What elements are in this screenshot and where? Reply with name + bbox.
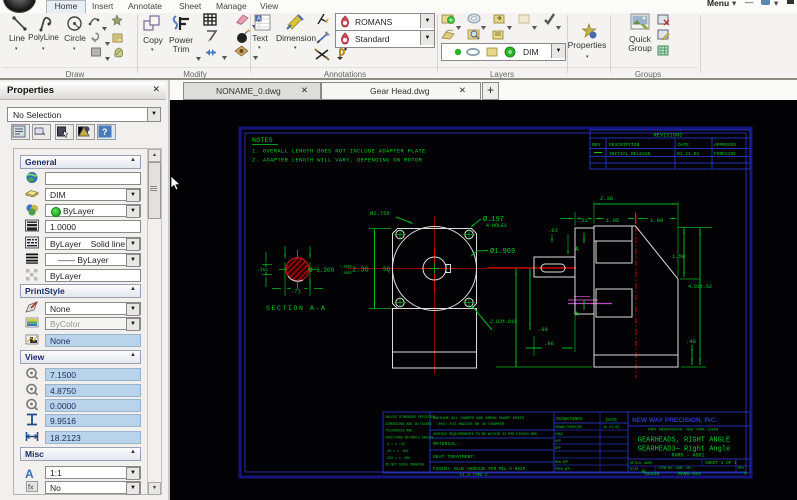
svg-text:.96: .96 xyxy=(544,340,554,347)
svg-text:fx: fx xyxy=(28,485,34,492)
svg-text:CHKD: CHKD xyxy=(555,432,563,436)
svg-text:Ø 6.300: Ø 6.300 xyxy=(309,267,335,274)
svg-text:4.01±.02: 4.01±.02 xyxy=(688,284,712,290)
svg-text:UNLESS OTHERWISE SPECIFIED: UNLESS OTHERWISE SPECIFIED xyxy=(386,415,436,419)
svg-text:FORESIDE: FORESIDE xyxy=(714,151,736,157)
svg-text:SHEET 1 OF 1: SHEET 1 OF 1 xyxy=(705,461,737,466)
svg-text:REVISIONS: REVISIONS xyxy=(654,133,683,139)
svg-text:.99: .99 xyxy=(538,326,548,333)
svg-text:DRAWN: DRAWN xyxy=(555,425,565,429)
svg-text:01.21.03: 01.21.03 xyxy=(677,151,699,157)
svg-text:RARG - A001: RARG - A001 xyxy=(671,453,704,459)
svg-text:MAN APP: MAN APP xyxy=(555,460,568,464)
svg-text:FRACTIONS DECIMALS ANGLES: FRACTIONS DECIMALS ANGLES xyxy=(386,435,434,439)
svg-text:REV: REV xyxy=(592,142,601,148)
svg-text:D8530: D8530 xyxy=(645,471,660,477)
svg-text:DETAIL NAME: DETAIL NAME xyxy=(630,462,652,466)
svg-text:APPROVED: APPROVED xyxy=(714,142,736,148)
svg-text:2.83±.015: 2.83±.015 xyxy=(490,319,517,325)
svg-text:4 HOLES: 4 HOLES xyxy=(486,223,507,229)
svg-text:1.09: 1.09 xyxy=(650,217,663,224)
svg-text:SECTION A-A: SECTION A-A xyxy=(266,305,327,312)
svg-text:MACHINE ALL SHARPS AND BREAK S: MACHINE ALL SHARPS AND BREAK SHARP EDGES xyxy=(433,417,525,421)
svg-text:PROD APP: PROD APP xyxy=(555,467,570,471)
svg-text:1.50: 1.50 xyxy=(672,253,685,260)
svg-text:TOLERANCES ARE:: TOLERANCES ARE: xyxy=(386,429,415,433)
svg-text:DATE: DATE xyxy=(678,142,689,148)
svg-text:.XXX = ± .005: .XXX = ± .005 xyxy=(386,456,411,460)
svg-text:HEAT TREATMENT:: HEAT TREATMENT: xyxy=(433,454,476,460)
svg-text:SURFACE REQUIREMENTS TO BE WIT: SURFACE REQUIREMENTS TO BE WITHIN 32 RMS… xyxy=(433,433,537,437)
svg-text:A: A xyxy=(575,246,579,253)
svg-text:?: ? xyxy=(102,127,108,137)
svg-text:SIGNATURES: SIGNATURES xyxy=(556,417,583,422)
svg-text:0: 0 xyxy=(744,471,747,477)
svg-text:MATERIAL:: MATERIAL: xyxy=(433,441,459,447)
svg-text:ITEM NO. DWG. NO.: ITEM NO. DWG. NO. xyxy=(658,467,693,471)
svg-text:DESCRIPTION: DESCRIPTION xyxy=(609,142,640,148)
svg-text:DO NOT SCALE DRAWING: DO NOT SCALE DRAWING xyxy=(386,463,424,467)
svg-text:1.05: 1.05 xyxy=(606,217,619,224)
svg-text:APP: APP xyxy=(555,439,561,443)
svg-text:.X = ± .02: .X = ± .02 xyxy=(386,442,405,446)
svg-text:APP: APP xyxy=(555,446,561,450)
svg-text:INITIAL RELEASE: INITIAL RELEASE xyxy=(609,151,651,157)
svg-text:.48: .48 xyxy=(686,338,696,345)
svg-text:Ø2.756: Ø2.756 xyxy=(370,210,390,217)
svg-text:GEARHEADS, RIGHT ANGLE: GEARHEADS, RIGHT ANGLE xyxy=(638,437,730,445)
svg-text:A: A xyxy=(257,17,261,23)
svg-text:.71: .71 xyxy=(291,288,302,295)
svg-text:REV: REV xyxy=(738,467,745,471)
svg-text:.005/.015 RADIUS OR 45 CHAMFER: .005/.015 RADIUS OR 45 CHAMFER xyxy=(436,422,505,427)
svg-text:RARG-XXX: RARG-XXX xyxy=(678,471,701,477)
svg-text:DIMENSIONS ARE IN INCHES: DIMENSIONS ARE IN INCHES xyxy=(386,422,432,426)
svg-text:NOTES: NOTES xyxy=(252,137,273,144)
svg-text:FINISH: BLUE ANODIZE PER MIL-: FINISH: BLUE ANODIZE PER MIL-A-8625 xyxy=(433,467,526,472)
svg-text:DATE: DATE xyxy=(606,417,617,423)
svg-text:.51: .51 xyxy=(578,217,589,224)
svg-text:SQ: SQ xyxy=(383,266,391,273)
svg-text:.XX = ± .010: .XX = ± .010 xyxy=(386,449,409,453)
svg-text:1. OVERALL LENGTH DOES NOT INC: 1. OVERALL LENGTH DOES NOT INCLUDE ADAPT… xyxy=(252,148,426,155)
svg-text:CL.2 TYPE 2: CL.2 TYPE 2 xyxy=(460,474,488,478)
svg-text:10.21.04: 10.21.04 xyxy=(603,426,619,430)
svg-text:-.0005: -.0005 xyxy=(340,272,352,276)
svg-text:.152: .152 xyxy=(257,267,268,273)
svg-text:PORT WASHINGTON, NEW YORK 1105: PORT WASHINGTON, NEW YORK 11050 xyxy=(648,429,719,433)
svg-text:Ø1.969: Ø1.969 xyxy=(490,247,515,256)
svg-text:SIZE: SIZE xyxy=(630,468,639,472)
svg-text:A: A xyxy=(575,311,579,318)
svg-text:+.0000: +.0000 xyxy=(340,266,352,270)
svg-text:2. ADAPTER LENGTH WILL VARY, D: 2. ADAPTER LENGTH WILL VARY, DEPENDING O… xyxy=(252,157,423,164)
svg-text:.63: .63 xyxy=(548,227,558,234)
svg-text:NEW WAY PRECISION, INC.: NEW WAY PRECISION, INC. xyxy=(632,417,717,424)
svg-text:FORESIDE: FORESIDE xyxy=(566,426,582,430)
svg-text:2.36: 2.36 xyxy=(600,195,613,202)
svg-text:2.36: 2.36 xyxy=(352,267,369,275)
